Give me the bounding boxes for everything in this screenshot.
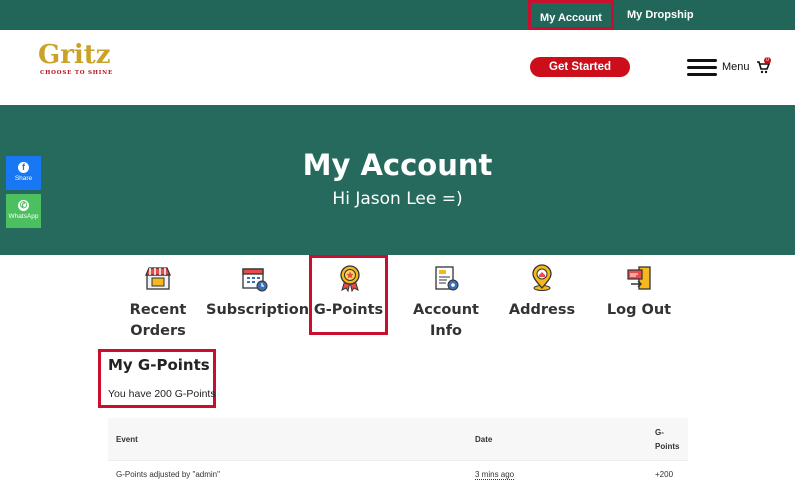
table-row: G-Points adjusted by "admin" 3 mins ago …	[108, 460, 688, 485]
get-started-button[interactable]: Get Started	[530, 57, 630, 77]
my-dropship-link[interactable]: My Dropship	[627, 0, 694, 30]
calendar-icon	[242, 268, 268, 292]
g-points-summary: You have 200 G-Points	[108, 388, 216, 400]
hero-banner: My Account Hi Jason Lee =)	[0, 105, 795, 255]
nav-subscription[interactable]: Subscription	[206, 258, 310, 342]
menu-label[interactable]: Menu	[722, 61, 750, 73]
medal-icon	[340, 265, 360, 292]
whatsapp-icon: ✆	[18, 200, 29, 211]
column-event: Event	[116, 435, 138, 444]
nav-address-label: Address	[508, 302, 576, 318]
nav-recent-orders-label: Recent Orders	[129, 302, 187, 339]
top-bar: My Account My Dropship	[0, 0, 795, 30]
account-nav: Recent Orders Subscription G-Points Acco…	[110, 255, 700, 348]
location-pin-icon	[532, 264, 552, 291]
facebook-icon: f	[18, 162, 29, 173]
nav-g-points[interactable]: G-Points	[309, 255, 388, 335]
document-gear-icon	[435, 266, 459, 291]
nav-subscription-label: Subscription	[206, 302, 310, 318]
share-label: Share	[14, 175, 33, 182]
nav-g-points-label: G-Points	[313, 302, 384, 318]
g-points-heading: My G-Points	[108, 356, 210, 374]
nav-log-out-label: Log Out	[606, 302, 672, 318]
logo-tagline: CHOOSE TO SHINE	[40, 70, 113, 76]
whatsapp-share-button[interactable]: ✆ WhatsApp	[6, 194, 41, 228]
whatsapp-label: WhatsApp	[8, 213, 39, 220]
nav-account-info-label: Account Info	[413, 302, 479, 339]
hamburger-menu-icon[interactable]	[687, 59, 717, 77]
nav-account-info[interactable]: Account Info	[398, 258, 494, 342]
logout-icon	[627, 266, 651, 290]
column-date: Date	[475, 435, 493, 444]
row-event: G-Points adjusted by "admin"	[116, 470, 220, 479]
shop-icon	[145, 267, 171, 290]
cart-count-badge: 0	[764, 57, 771, 64]
logo-wordmark: Gritz	[38, 40, 111, 70]
row-date[interactable]: 3 mins ago	[475, 470, 515, 480]
page-title: My Account	[302, 148, 493, 182]
row-points: +200	[655, 470, 674, 479]
table-header: Event Date G- Points	[108, 418, 688, 460]
my-account-link[interactable]: My Account	[528, 0, 614, 30]
column-g-points-line2: Points	[655, 442, 680, 451]
column-g-points-line1: G-	[655, 428, 664, 437]
facebook-share-button[interactable]: f Share	[6, 156, 41, 190]
greeting-text: Hi Jason Lee =)	[332, 189, 463, 209]
nav-log-out[interactable]: Log Out	[591, 258, 687, 342]
site-header: Gritz CHOOSE TO SHINE Get Started Menu 0	[0, 30, 795, 105]
nav-recent-orders[interactable]: Recent Orders	[110, 258, 206, 342]
gritz-logo[interactable]: Gritz CHOOSE TO SHINE	[38, 40, 118, 86]
nav-address[interactable]: Address	[494, 258, 590, 342]
